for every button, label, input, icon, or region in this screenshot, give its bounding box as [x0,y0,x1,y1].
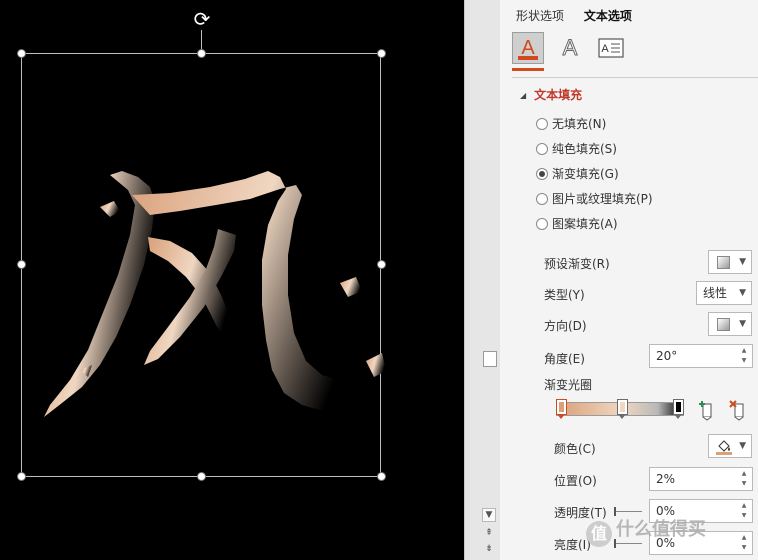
text-fill-section-header[interactable]: ◢ 文本填充 [520,86,582,103]
type-label: 类型(Y) [544,288,585,302]
preset-gradient-button[interactable]: ▼ [708,250,752,274]
feng-calligraphy-art[interactable] [40,165,390,430]
transparency-label: 透明度(T) [554,506,607,520]
radio-solid-fill[interactable]: 纯色填充(S) [536,140,617,158]
text-box-icon[interactable]: A [596,32,628,64]
svg-text:A: A [601,43,609,55]
gradient-stop-3[interactable] [673,399,684,421]
text-fill-outline-icon[interactable]: A [512,32,544,64]
position-spinner[interactable]: 2% ▲ ▼ [649,467,753,491]
radio-pattern-fill[interactable]: 图案填充(A) [536,215,618,233]
spin-arrows-icon[interactable]: ▲ ▼ [739,533,749,553]
radio-picture-fill[interactable]: 图片或纹理填充(P) [536,190,653,208]
active-icon-tab-indicator [512,68,544,71]
chevron-down-icon: ▼ [739,288,746,298]
pane-divider [512,77,758,78]
brightness-spinner[interactable]: 0% ▲ ▼ [649,531,753,555]
gradient-swatch-icon [717,256,730,269]
gradient-stop-2[interactable] [617,399,628,421]
transparency-slider-thumb[interactable] [614,507,616,516]
paint-bucket-icon [716,440,732,455]
add-gradient-stop-icon[interactable] [696,399,718,421]
resize-handle-top-right[interactable] [377,49,386,58]
remove-gradient-stop-icon[interactable] [728,399,750,421]
gradient-stops-label: 渐变光圈 [544,378,593,392]
radio-no-fill[interactable]: 无填充(N) [536,115,606,133]
svg-text:A: A [563,35,578,60]
canvas-scrollbar[interactable] [464,0,500,560]
preset-gradient-label: 预设渐变(R) [544,257,610,271]
tab-text-options[interactable]: 文本选项 [584,7,632,24]
spin-arrows-icon[interactable]: ▲ ▼ [739,469,749,489]
radio-button[interactable] [536,118,548,130]
position-label: 位置(O) [554,474,597,488]
gradient-stops-bar[interactable] [556,399,686,422]
angle-label: 角度(E) [544,352,585,366]
angle-spinner[interactable]: 20° ▲ ▼ [649,344,753,368]
text-effects-icon[interactable]: A [554,32,586,64]
brightness-slider-thumb[interactable] [614,539,616,548]
direction-button[interactable]: ▼ [708,312,752,336]
resize-handle-bottom[interactable] [197,472,206,481]
resize-handle-bottom-right[interactable] [377,472,386,481]
chevron-down-icon: ▼ [739,319,746,329]
gradient-swatch-icon [717,318,730,331]
brightness-slider[interactable] [614,543,642,544]
gradient-stop-1[interactable] [556,399,567,421]
prev-page-icon[interactable]: ⇞ [482,527,496,541]
resize-handle-top-left[interactable] [17,49,26,58]
direction-label: 方向(D) [544,319,587,333]
spin-arrows-icon[interactable]: ▲ ▼ [739,501,749,521]
radio-button[interactable] [536,193,548,205]
resize-handle-bottom-left[interactable] [17,472,26,481]
resize-handle-top[interactable] [197,49,206,58]
pane-tabs: 形状选项 文本选项 [516,7,648,24]
tab-shape-options[interactable]: 形状选项 [516,7,564,24]
rotate-handle[interactable]: ⟳ [191,8,213,30]
rotate-connector [201,30,202,50]
chevron-down-icon: ▼ [739,257,746,267]
chevron-down-icon: ▼ [739,441,746,451]
radio-gradient-fill[interactable]: 渐变填充(G) [536,165,619,183]
color-label: 颜色(C) [554,442,596,456]
format-pane: 形状选项 文本选项 A A A ◢ 文本填充 无填充(N) 纯色填充(S) 渐变… [500,0,758,560]
next-page-icon[interactable]: ⇟ [482,543,496,557]
collapse-triangle-icon: ◢ [520,91,527,100]
scroll-down-icon[interactable]: ▼ [482,508,496,522]
color-picker-button[interactable]: ▼ [708,434,752,458]
transparency-spinner[interactable]: 0% ▲ ▼ [649,499,753,523]
radio-button[interactable] [536,218,548,230]
resize-handle-left[interactable] [17,260,26,269]
brightness-label: 亮度(I) [554,538,591,552]
transparency-slider[interactable] [614,511,642,512]
radio-button[interactable] [536,143,548,155]
spin-arrows-icon[interactable]: ▲ ▼ [739,346,749,366]
scroll-thumb[interactable] [483,351,497,367]
radio-button-selected[interactable] [536,168,548,180]
svg-text:A: A [521,37,535,59]
slide-canvas[interactable]: ⟳ [0,0,464,560]
type-select[interactable]: 线性 ▼ [696,281,752,305]
